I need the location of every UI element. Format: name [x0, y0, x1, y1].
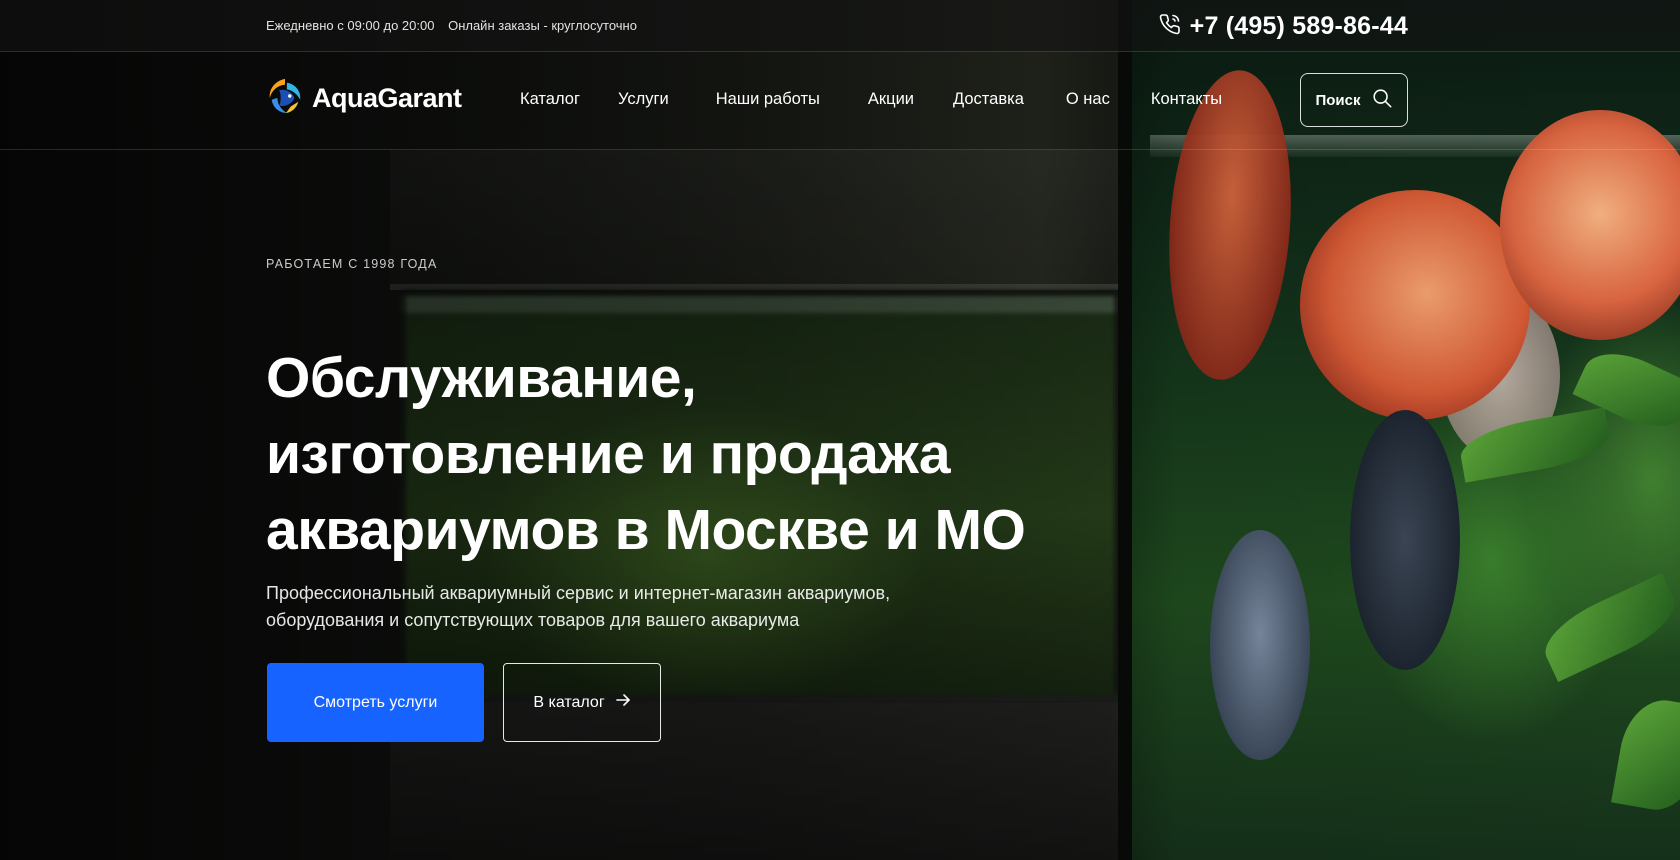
headline-line: Обслуживание,	[266, 346, 697, 410]
nav-item-delivery[interactable]: Доставка	[953, 90, 1024, 109]
view-services-button[interactable]: Смотреть услуги	[267, 663, 484, 742]
hero-subtitle: Профессиональный аквариумный сервис и ин…	[266, 580, 1026, 634]
nav-item-contacts[interactable]: Контакты	[1151, 90, 1222, 109]
hero-headline: Обслуживание, изготовление и продажа акв…	[266, 340, 1066, 568]
to-catalog-label: В каталог	[533, 693, 605, 711]
search-icon	[1371, 87, 1393, 113]
arrow-right-icon	[615, 692, 631, 713]
search-label: Поиск	[1315, 91, 1361, 109]
phone-icon	[1158, 12, 1182, 41]
working-hours: Ежедневно с 09:00 до 20:00 Онлайн заказы…	[266, 18, 637, 33]
hero-section: Ежедневно с 09:00 до 20:00 Онлайн заказы…	[0, 0, 1680, 860]
nav-item-about[interactable]: О нас	[1066, 90, 1110, 109]
hero-kicker: РАБОТАЕМ С 1998 ГОДА	[266, 257, 438, 271]
view-services-label: Смотреть услуги	[313, 693, 438, 711]
nav-item-promotions[interactable]: Акции	[868, 90, 914, 109]
fish-logo-icon	[266, 77, 304, 120]
nav-item-our-works[interactable]: Наши работы	[716, 90, 820, 109]
phone-number[interactable]: +7 (495) 589-86-44	[1190, 12, 1408, 41]
phone-link[interactable]: +7 (495) 589-86-44	[1158, 12, 1408, 41]
top-info-bar: Ежедневно с 09:00 до 20:00 Онлайн заказы…	[0, 0, 1680, 52]
online-orders-text: Онлайн заказы - круглосуточно	[448, 18, 637, 33]
headline-line: аквариумов в Москве и МО	[266, 498, 1026, 562]
nav-item-catalog[interactable]: Каталог	[520, 90, 580, 109]
subtitle-line: Профессиональный аквариумный сервис и ин…	[266, 583, 891, 603]
main-navigation: AquaGarant Каталог Услуги Наши работы Ак…	[0, 52, 1680, 150]
subtitle-line: оборудования и сопутствующих товаров для…	[266, 610, 800, 630]
to-catalog-button[interactable]: В каталог	[503, 663, 661, 742]
site-logo[interactable]: AquaGarant	[266, 77, 462, 120]
headline-line: изготовление и продажа	[266, 422, 951, 486]
nav-item-services[interactable]: Услуги	[618, 90, 669, 109]
search-button[interactable]: Поиск	[1300, 73, 1408, 127]
logo-text: AquaGarant	[312, 83, 462, 113]
main-menu: Каталог Услуги Наши работы Акции Доставк…	[520, 90, 1222, 109]
hours-text: Ежедневно с 09:00 до 20:00	[266, 18, 435, 33]
